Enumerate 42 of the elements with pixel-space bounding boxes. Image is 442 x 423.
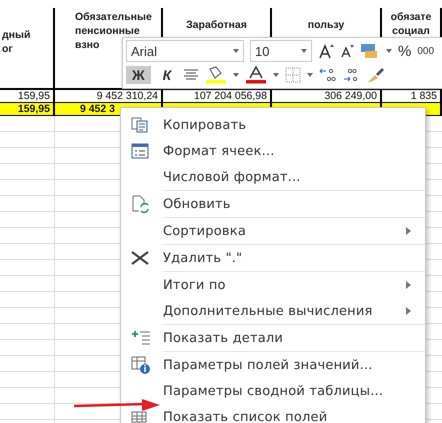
menu-item[interactable]: Числовой формат... — [121, 164, 425, 190]
number-format-icon[interactable] — [360, 43, 380, 59]
font-dropdown[interactable]: Arial — [126, 40, 244, 62]
menu-item[interactable]: Сортировка — [121, 218, 425, 244]
menu-item[interactable]: Обновить — [121, 191, 425, 217]
caret-icon — [233, 49, 239, 53]
thousands-separator-button[interactable]: 000 — [417, 46, 434, 56]
menu-item[interactable]: Итоги по — [121, 272, 425, 298]
submenu-arrow-icon — [406, 307, 411, 315]
font-size-dropdown[interactable]: 10 — [250, 40, 312, 62]
menu-item[interactable]: Показать список полей — [121, 404, 425, 423]
menu-item[interactable]: Показать детали — [121, 325, 425, 351]
copy-icon — [131, 117, 149, 133]
table-cell: 159,95 — [0, 103, 55, 116]
delete-icon — [131, 251, 149, 265]
fill-color-icon[interactable] — [205, 66, 228, 84]
percent-style-button[interactable]: % — [398, 42, 412, 60]
submenu-arrow-icon — [406, 227, 411, 235]
column-header: дный ог — [0, 8, 55, 90]
menu-item[interactable]: Формат ячеек... — [121, 138, 425, 164]
menu-item[interactable]: Параметры сводной таблицы... — [121, 378, 425, 404]
align-center-icon[interactable] — [183, 69, 200, 81]
caret-icon[interactable] — [386, 49, 392, 53]
font-color-icon[interactable] — [245, 66, 268, 84]
increase-decimal-icon[interactable] — [319, 67, 338, 83]
field-settings-icon — [131, 356, 151, 374]
caret-icon[interactable] — [273, 73, 280, 77]
show-details-icon — [131, 330, 151, 346]
format-painter-icon[interactable] — [367, 67, 386, 83]
caret-icon[interactable] — [233, 73, 240, 77]
caret-icon — [301, 49, 307, 53]
caret-icon[interactable] — [307, 73, 314, 77]
submenu-arrow-icon — [406, 281, 411, 289]
cell-format-icon — [131, 143, 149, 159]
menu-item[interactable]: Удалить "." — [121, 245, 425, 271]
shrink-font-icon[interactable] — [340, 44, 354, 58]
menu-item[interactable]: Дополнительные вычисления — [121, 298, 425, 324]
menu-item[interactable]: Параметры полей значений... — [121, 352, 425, 378]
grow-font-icon[interactable] — [318, 43, 334, 59]
refresh-icon — [131, 195, 149, 213]
borders-icon[interactable] — [285, 67, 302, 83]
bold-button[interactable]: Ж — [126, 66, 151, 84]
